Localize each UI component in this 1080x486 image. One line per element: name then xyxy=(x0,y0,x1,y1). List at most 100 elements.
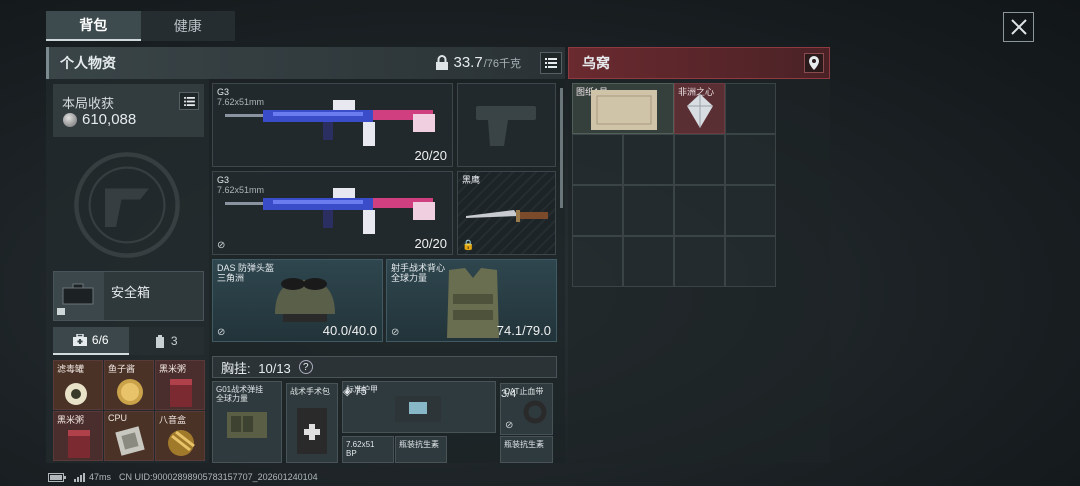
grid-cell[interactable] xyxy=(623,185,674,236)
location-pin-button[interactable] xyxy=(804,53,824,73)
rig-item-antibiotics[interactable]: 瓶装抗生素 xyxy=(395,436,447,463)
coin-icon xyxy=(63,112,77,127)
item-blueprint[interactable]: 图纸1号 xyxy=(572,83,674,134)
chest-rig-slot[interactable]: G01战术弹挂 全球力量 xyxy=(212,381,282,463)
grid-cell[interactable] xyxy=(623,236,674,287)
item-cpu[interactable]: CPU xyxy=(104,411,154,461)
item-label: 黑米粥 xyxy=(159,364,187,374)
item-heart-of-africa[interactable]: 非洲之心 xyxy=(674,83,725,134)
item-black-rice-porridge[interactable]: 黑米粥 xyxy=(155,360,205,410)
item-music-box[interactable]: 八音盒 xyxy=(155,411,205,461)
safe-case-icon xyxy=(54,272,104,320)
weapon-slot-primary[interactable]: G3 7.62x51mm 20/20 xyxy=(212,83,453,167)
grid-cell[interactable] xyxy=(725,185,776,236)
item-label: CPU xyxy=(108,413,128,423)
grid-cell[interactable] xyxy=(725,134,776,185)
melee-slot[interactable]: 黑鹰 🔒 xyxy=(457,171,556,255)
grid-cell[interactable] xyxy=(674,134,725,185)
safe-box-slot[interactable]: 安全箱 xyxy=(53,271,204,321)
ping-group: 47ms xyxy=(74,472,111,482)
tab-health[interactable]: 健康 xyxy=(141,11,236,41)
earnings-detail-button[interactable] xyxy=(179,92,199,110)
rig-item-tourniquet[interactable]: CAT止血带 ⊘ 3/4 xyxy=(500,383,553,435)
pistol-slot[interactable] xyxy=(457,83,556,167)
lock-icon: 🔒 xyxy=(462,240,475,251)
item-caviar[interactable]: 鱼子酱 xyxy=(104,360,154,410)
battery-icon xyxy=(48,472,66,482)
close-button[interactable] xyxy=(1003,12,1034,42)
grid-cell[interactable] xyxy=(725,236,776,287)
tab-canister[interactable]: 3 xyxy=(128,327,204,355)
help-icon[interactable]: ? xyxy=(298,360,313,374)
earnings-label: 本局收获 xyxy=(62,96,115,111)
item-black-rice-porridge[interactable]: 黑米粥 xyxy=(53,411,103,461)
no-insure-icon: ⊘ xyxy=(217,240,226,251)
crow-nest-title: 乌窝 xyxy=(582,55,610,71)
chest-rig-label: 胸挂: xyxy=(221,360,251,376)
weapon-slot-secondary[interactable]: G3 7.62x51mm ⊘ 20/20 xyxy=(212,171,453,255)
grid-cell[interactable] xyxy=(674,236,725,287)
rig-item-antibiotics[interactable]: 瓶装抗生素 xyxy=(500,436,553,463)
chest-rig-title: 胸挂: 10/13 xyxy=(221,358,291,377)
crow-nest-header: 乌窝 xyxy=(568,47,830,79)
item-label: 黑米粥 xyxy=(57,415,85,425)
tab-medkit[interactable]: 6/6 xyxy=(53,327,129,355)
weight-max: /76千克 xyxy=(483,57,521,70)
rig-item-name-text: 7.62x51 xyxy=(346,440,375,449)
item-filter-canister[interactable]: 滤毒罐 xyxy=(53,360,103,410)
pistol-icon xyxy=(476,106,536,146)
chest-rig-header: 胸挂: 10/13 ? xyxy=(212,356,557,378)
safe-box-label: 安全箱 xyxy=(111,285,151,300)
item-label: 滤毒罐 xyxy=(57,364,85,374)
vest-slot[interactable]: 射手战术背心 全球力量 ⊘ 74.1/79.0 xyxy=(386,259,557,342)
chest-rig-count: 10/13 xyxy=(258,360,291,376)
list-icon xyxy=(183,96,195,106)
earnings-card: 本局收获 610,088 xyxy=(53,84,204,137)
grid-cell[interactable] xyxy=(623,134,674,185)
status-bar: 47ms CN UID:90002898905783157707_2026012… xyxy=(48,472,318,482)
rig-item-armor-plate[interactable]: 标准护甲 ◈ 75 xyxy=(342,381,496,433)
vest-durability: 74.1/79.0 xyxy=(496,323,551,338)
main-tabs: 背包 健康 xyxy=(46,11,235,41)
personal-title: 个人物资 xyxy=(60,55,116,71)
grid-cell[interactable] xyxy=(572,134,623,185)
earnings-value-row: 610,088 xyxy=(63,111,136,128)
rig-item-sub: BP xyxy=(346,449,357,458)
no-insure-icon: ⊘ xyxy=(391,327,400,338)
rig-item-name: 瓶装抗生素 xyxy=(504,440,544,449)
tab-backpack[interactable]: 背包 xyxy=(46,11,141,41)
grid-cell[interactable] xyxy=(572,236,623,287)
lock-icon xyxy=(435,54,448,70)
no-insure-icon: ⊘ xyxy=(505,420,514,431)
rig-item-surgery-kit[interactable]: 战术手术包 xyxy=(286,383,338,463)
blueprint-icon xyxy=(591,90,657,130)
earnings-value: 610,088 xyxy=(82,111,137,128)
tab-medkit-count: 6/6 xyxy=(91,333,109,347)
item-label: 八音盒 xyxy=(159,415,187,425)
grid-cell[interactable] xyxy=(674,185,725,236)
helmet-slot[interactable]: DAS 防弹头盔 三角洲 ⊘ 40.0/40.0 xyxy=(212,259,383,342)
item-label: 鱼子酱 xyxy=(108,364,136,374)
signal-icon xyxy=(74,472,85,482)
rig-item-ammo[interactable]: 7.62x51 BP xyxy=(342,436,394,463)
grid-cell[interactable] xyxy=(572,185,623,236)
rig-item-name: 7.62x51 BP xyxy=(346,440,374,458)
weapon-ammo: 20/20 xyxy=(414,148,447,163)
close-icon xyxy=(1010,19,1027,35)
armor-bag-icon xyxy=(395,396,441,422)
list-icon xyxy=(545,58,557,68)
weight-indicator: 33.7 /76千克 xyxy=(435,54,521,71)
weapon-ammo: 20/20 xyxy=(414,236,447,251)
safe-items-grid: 滤毒罐 鱼子酱 黑米粥 黑米粥 CPU 八音盒 xyxy=(53,360,205,462)
no-insure-icon: ⊘ xyxy=(217,327,226,338)
location-pin-icon xyxy=(809,56,819,70)
tab-canister-count: 3 xyxy=(170,334,178,348)
weight-value: 33.7 xyxy=(453,54,483,71)
personal-header: 个人物资 33.7 /76千克 xyxy=(46,47,565,79)
sort-list-button[interactable] xyxy=(540,52,562,74)
rig-item-name: 瓶装抗生素 xyxy=(399,440,439,449)
grid-cell[interactable] xyxy=(725,83,776,134)
uid-text: CN UID:90002898905783157707_202601240104 xyxy=(119,472,318,482)
chest-rig-icon xyxy=(227,412,267,438)
scrollbar[interactable] xyxy=(560,88,563,208)
